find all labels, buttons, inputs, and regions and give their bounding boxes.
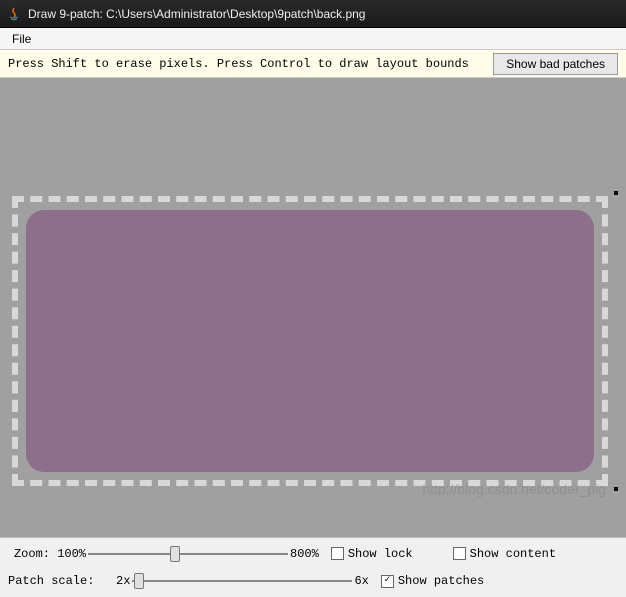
patch-scale-label: Patch scale: 2x (8, 574, 130, 588)
show-bad-patches-button[interactable]: Show bad patches (493, 53, 618, 75)
zoom-row: Zoom: 100% 800% Show lock Show content (8, 544, 618, 564)
titlebar: Draw 9-patch: C:\Users\Administrator\Des… (0, 0, 626, 28)
canvas-area[interactable]: http://blog.csdn.net/coder_pig (0, 78, 626, 537)
zoom-label: Zoom: 100% (8, 547, 86, 561)
pixel-marker (614, 487, 618, 491)
menubar: File (0, 28, 626, 50)
show-lock-checkbox[interactable]: Show lock (331, 547, 413, 561)
app-window: Draw 9-patch: C:\Users\Administrator\Des… (0, 0, 626, 597)
show-patches-checkbox[interactable]: Show patches (381, 574, 484, 588)
patch-scale-slider[interactable] (132, 572, 352, 590)
slider-thumb[interactable] (170, 546, 180, 562)
patch-image[interactable] (12, 196, 608, 486)
tip-text: Press Shift to erase pixels. Press Contr… (8, 57, 493, 71)
toolbar: Press Shift to erase pixels. Press Contr… (0, 50, 626, 78)
image-content (26, 210, 594, 472)
window-title: Draw 9-patch: C:\Users\Administrator\Des… (28, 7, 365, 21)
checkbox-icon (331, 547, 344, 560)
checkbox-icon (381, 575, 394, 588)
menu-file[interactable]: File (6, 30, 37, 48)
java-icon (6, 6, 22, 22)
zoom-max-label: 800% (290, 547, 319, 561)
zoom-slider[interactable] (88, 545, 288, 563)
checkbox-icon (453, 547, 466, 560)
patch-scale-row: Patch scale: 2x 6x Show patches (8, 572, 618, 592)
patch-scale-max-label: 6x (354, 574, 368, 588)
pixel-marker (614, 191, 618, 195)
show-content-checkbox[interactable]: Show content (453, 547, 556, 561)
bottom-panel: Zoom: 100% 800% Show lock Show content P… (0, 537, 626, 597)
slider-thumb[interactable] (134, 573, 144, 589)
